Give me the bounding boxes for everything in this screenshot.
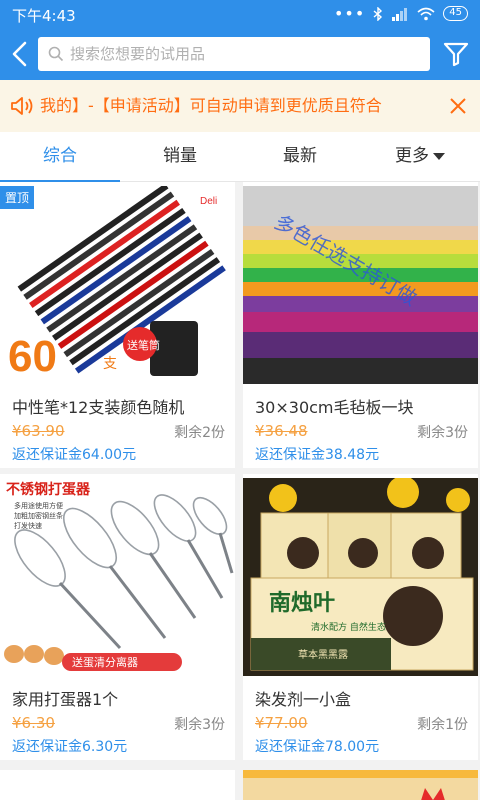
dye-brand-text: 南烛叶 <box>269 591 335 616</box>
tab-label: 销量 <box>163 146 197 166</box>
product-remaining: 剩余3份 <box>417 425 468 441</box>
search-box[interactable] <box>38 37 430 71</box>
product-card[interactable]: 南烛叶 清水配方 自然生态 草本黑黑露 染发剂一小盒 ¥77.00 剩余1份 返… <box>243 474 478 760</box>
felt-illustration: 多色任选支持订做 <box>243 186 478 384</box>
more-dots-icon: ••• <box>333 3 366 23</box>
product-image: 60 支 Deli 送笔筒 <box>0 186 235 384</box>
tab-newest[interactable]: 最新 <box>240 132 360 181</box>
bluetooth-icon <box>373 6 383 21</box>
hair-dye-illustration: 南烛叶 清水配方 自然生态 草本黑黑露 <box>243 478 478 676</box>
product-image: 多色任选支持订做 <box>243 186 478 384</box>
tab-label: 最新 <box>283 146 317 166</box>
close-icon[interactable] <box>448 96 468 116</box>
notice-text: 我的】-【申请活动】可自动申请到更优质且符合 <box>40 96 382 115</box>
back-icon[interactable] <box>8 40 32 68</box>
whisk-illustration: 不锈钢打蛋器 多用途使用方便 加粗加密钢丝条 打发快速 送蛋清分离器 <box>0 478 235 676</box>
speaker-icon <box>11 97 33 115</box>
product-price: ¥63.90 <box>12 422 65 440</box>
product-card[interactable] <box>0 770 235 800</box>
search-icon <box>48 46 64 62</box>
status-time: 下午4:43 <box>12 7 76 25</box>
product-image <box>243 770 478 800</box>
tab-label: 综合 <box>43 146 77 166</box>
whisk-title: 不锈钢打蛋器 <box>6 481 91 498</box>
battery-indicator: 45 <box>443 6 468 21</box>
gift-tag-text: 送笔筒 <box>127 338 160 352</box>
tab-label: 更多 <box>395 146 429 166</box>
brand-logo: Deli <box>200 196 217 207</box>
whisk-feature: 打发快速 <box>14 521 42 530</box>
tab-sales[interactable]: 销量 <box>120 132 240 181</box>
status-icons: ••• 45 <box>333 3 468 23</box>
tab-more[interactable]: 更多 <box>360 132 480 181</box>
whisk-feature: 多用途使用方便 <box>14 501 63 510</box>
product-card[interactable]: 置顶 60 支 Deli 送笔筒 中性笔*12支装颜色随机 ¥63.90 剩余2… <box>0 182 235 468</box>
pinned-badge: 置顶 <box>0 186 35 209</box>
product-price: ¥36.48 <box>255 422 308 440</box>
search-input[interactable] <box>70 45 410 63</box>
product-image: 不锈钢打蛋器 多用途使用方便 加粗加密钢丝条 打发快速 送蛋清分离器 <box>0 478 235 676</box>
product-refund: 返还保证金38.48元 <box>255 447 380 463</box>
pens-illustration: 60 支 Deli 送笔筒 <box>0 186 235 384</box>
product-grid: 置顶 60 支 Deli 送笔筒 中性笔*12支装颜色随机 ¥63.90 剩余2… <box>0 182 480 800</box>
product-remaining: 剩余3份 <box>174 717 225 733</box>
dye-sub-text: 清水配方 自然生态 <box>311 621 386 633</box>
product-remaining: 剩余1份 <box>417 717 468 733</box>
product-refund: 返还保证金78.00元 <box>255 739 380 755</box>
whisk-banner: 送蛋清分离器 <box>72 655 138 669</box>
pens-unit-text: 支 <box>103 356 117 372</box>
product-name: 中性笔*12支装颜色随机 <box>12 398 185 417</box>
dye-tagline: 草本黑黑露 <box>298 648 348 661</box>
caret-down-icon <box>433 152 445 160</box>
product-refund: 返还保证金6.30元 <box>12 739 128 755</box>
product-price: ¥77.00 <box>255 714 308 732</box>
status-bar: 下午4:43 ••• 45 <box>0 0 480 28</box>
whisk-feature: 加粗加密钢丝条 <box>14 511 63 520</box>
product-price: ¥6.30 <box>12 714 55 732</box>
sort-tabs: 综合 销量 最新 更多 <box>0 132 480 182</box>
pens-count-text: 60 <box>8 332 57 381</box>
product-name: 家用打蛋器1个 <box>12 690 119 709</box>
product-image: 南烛叶 清水配方 自然生态 草本黑黑露 <box>243 478 478 676</box>
notice-bar: 我的】-【申请活动】可自动申请到更优质且符合 <box>0 80 480 132</box>
signal-icon <box>392 7 408 21</box>
product-refund: 返还保证金64.00元 <box>12 447 137 463</box>
product-card[interactable]: 不锈钢打蛋器 多用途使用方便 加粗加密钢丝条 打发快速 送蛋清分离器 家用打蛋器… <box>0 474 235 760</box>
filter-icon[interactable] <box>442 40 470 68</box>
product-name: 染发剂一小盒 <box>255 690 352 709</box>
product-card[interactable] <box>243 770 478 800</box>
product-name: 30×30cm毛毡板一块 <box>255 398 414 417</box>
tab-comprehensive[interactable]: 综合 <box>0 132 120 182</box>
top-header <box>0 28 480 80</box>
wifi-icon <box>417 7 435 20</box>
product-card[interactable]: 多色任选支持订做 30×30cm毛毡板一块 ¥36.48 剩余3份 返还保证金3… <box>243 182 478 468</box>
product-remaining: 剩余2份 <box>174 425 225 441</box>
